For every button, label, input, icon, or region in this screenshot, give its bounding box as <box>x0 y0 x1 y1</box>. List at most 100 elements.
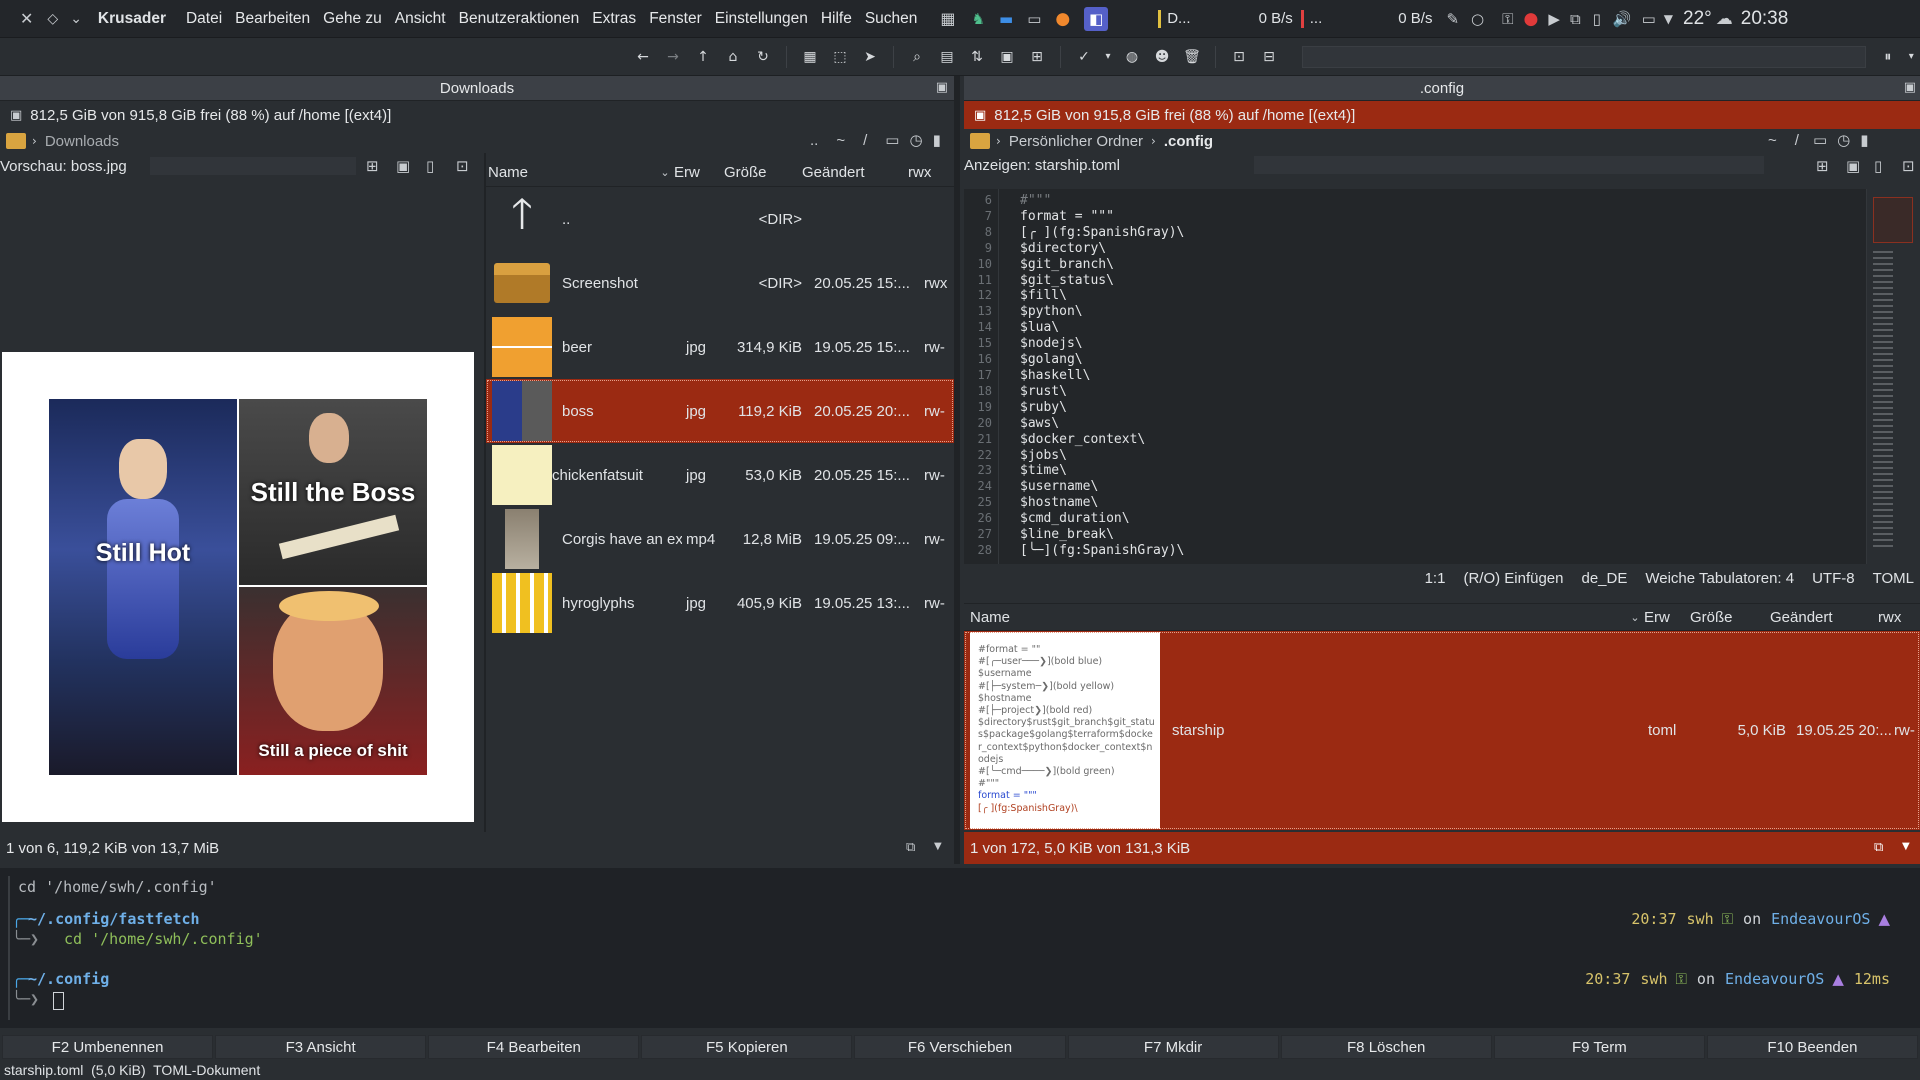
clipboard-icon[interactable]: ⧉ <box>1570 10 1581 28</box>
network-icon[interactable]: ◍ <box>1120 45 1144 69</box>
chevron-down-icon[interactable]: ⌄ <box>70 11 82 27</box>
folder-history-icon[interactable]: ▭ <box>885 131 899 149</box>
input-mode[interactable]: (R/O) Einfügen <box>1463 570 1563 587</box>
col-perm[interactable]: rwx <box>908 164 948 181</box>
viewer-image-icon[interactable]: ▣ <box>1846 157 1860 175</box>
file-row[interactable]: chickenfatsuit jpg 53,0 KiB 20.05.25 15:...… <box>486 443 954 507</box>
preview-info-icon[interactable]: ▯ <box>426 157 434 175</box>
file-row[interactable]: boss jpg 119,2 KiB 20.05.25 20:... rw- <box>486 379 954 443</box>
user-icon[interactable]: ☻ <box>1150 45 1174 69</box>
clock[interactable]: 20:38 <box>1741 8 1789 30</box>
close-icon[interactable]: ✕ <box>20 9 33 28</box>
minimize-panel-icon[interactable]: ⊟ <box>1257 45 1281 69</box>
file-type[interactable]: TOML <box>1873 570 1914 587</box>
viewer-info-icon[interactable]: ▯ <box>1874 157 1882 175</box>
f7-mkdir-button[interactable]: F7 Mkdir <box>1067 1035 1279 1059</box>
preview-close-icon[interactable]: ⊡ <box>456 157 469 175</box>
trash-icon[interactable]: 🗑 <box>1180 45 1204 69</box>
select-all-icon[interactable]: ▦ <box>798 45 822 69</box>
media-play-icon[interactable]: ▶ <box>1548 10 1560 28</box>
encoding[interactable]: UTF-8 <box>1812 570 1855 587</box>
display-icon[interactable]: ▭ <box>1642 10 1656 28</box>
select-none-icon[interactable]: ⬚ <box>828 45 852 69</box>
file-row[interactable]: Corgis have an extr...mp4 12,8 MiB 19.05.2… <box>486 507 954 571</box>
file-row[interactable]: 🡑.. <DIR> <box>486 187 954 251</box>
color-picker-icon[interactable]: ✎ <box>1446 10 1459 28</box>
new-file-icon[interactable]: ▤ <box>935 45 959 69</box>
home-dir-button[interactable]: ~ <box>1768 132 1777 149</box>
status-options-icon[interactable]: ⧉ <box>1874 840 1883 855</box>
file-row[interactable]: Screenshot <DIR> 20.05.25 15:... rwx <box>486 251 954 315</box>
terminal-icon[interactable]: ▭ <box>1027 10 1041 28</box>
home-dir-button[interactable]: ~ <box>836 132 845 149</box>
app-grid-icon[interactable]: ▦ <box>940 9 955 28</box>
split-view-icon[interactable]: ⊡ <box>1227 45 1251 69</box>
panel-menu-icon[interactable]: ▣ <box>936 80 948 95</box>
history-icon[interactable]: ◷ <box>909 131 922 149</box>
krusader-taskbar-icon[interactable]: ◧ <box>1084 6 1109 31</box>
f10-quit-button[interactable]: F10 Beenden <box>1706 1035 1918 1059</box>
checksum-menu-icon[interactable]: ▾ <box>1102 45 1114 69</box>
code-viewer[interactable]: 6 7 8 9 10 11 12 13 14 15 16 17 18 19 20 21 22 23 24 25 26 27… <box>964 189 1920 564</box>
menu-window[interactable]: Fenster <box>649 10 702 28</box>
col-ext[interactable]: Erw <box>1644 609 1690 626</box>
f8-delete-button[interactable]: F8 Löschen <box>1280 1035 1492 1059</box>
pause-icon[interactable]: ⏸ <box>1876 45 1899 69</box>
col-modified[interactable]: Geändert <box>802 164 908 181</box>
code-text[interactable]: #""" format = """ [╭ ](fg:SpanishGray)\ $di… <box>1020 193 1810 559</box>
bookmark-icon[interactable]: ▮ <box>1860 131 1868 149</box>
panel-menu-icon[interactable]: ▣ <box>1904 80 1916 95</box>
status-menu-icon[interactable]: ▼ <box>934 841 942 852</box>
menu-settings[interactable]: Einstellungen <box>715 10 808 28</box>
f4-edit-button[interactable]: F4 Bearbeiten <box>428 1035 640 1059</box>
weather-temp[interactable]: 22° <box>1683 8 1712 30</box>
file-row-starship[interactable]: #format = "" #[╭─user───❯](bold blue) $use… <box>964 631 1920 830</box>
volume-icon[interactable]: 🔊 <box>1613 10 1632 28</box>
app-launcher-icon[interactable]: ♞ <box>972 10 985 28</box>
preview-image-icon[interactable]: ▣ <box>396 157 410 175</box>
col-name[interactable]: Name <box>964 609 1626 626</box>
menu-useractions[interactable]: Benutzeraktionen <box>459 10 580 28</box>
up-icon[interactable]: ↑ <box>691 45 715 69</box>
col-size[interactable]: Größe <box>1690 609 1770 626</box>
history-icon[interactable]: ◷ <box>1837 131 1850 149</box>
phone-icon[interactable]: ▯ <box>1593 10 1601 28</box>
circle-icon[interactable]: ○ <box>1471 10 1484 28</box>
col-size[interactable]: Größe <box>724 164 802 181</box>
col-ext[interactable]: Erw <box>674 164 724 181</box>
task2-label[interactable]: ... <box>1310 10 1323 27</box>
preview-tree-icon[interactable]: ⊞ <box>366 157 379 175</box>
file-row[interactable]: beer jpg 314,9 KiB 19.05.25 15:... rw- <box>486 315 954 379</box>
col-modified[interactable]: Geändert <box>1770 609 1878 626</box>
notification-icon[interactable]: ● <box>1524 9 1539 29</box>
tray-expand-icon[interactable]: ▼ <box>1664 12 1673 26</box>
folder-history-icon[interactable]: ▭ <box>1813 131 1827 149</box>
menu-view[interactable]: Ansicht <box>395 10 446 28</box>
root-dir-button[interactable]: / <box>1795 132 1799 149</box>
spell-language[interactable]: de_DE <box>1582 570 1628 587</box>
menu-goto[interactable]: Gehe zu <box>323 10 382 28</box>
parent-dir-button[interactable]: .. <box>810 132 818 149</box>
minimap-viewport[interactable] <box>1873 197 1913 243</box>
extract-icon[interactable]: ⊞ <box>1025 45 1049 69</box>
root-dir-button[interactable]: / <box>863 132 867 149</box>
forward-icon[interactable]: → <box>661 45 685 69</box>
minimap[interactable] <box>1866 189 1920 564</box>
f3-view-button[interactable]: F3 Ansicht <box>215 1035 427 1059</box>
firefox-icon[interactable]: ● <box>1055 9 1070 29</box>
home-icon[interactable]: ⌂ <box>721 45 745 69</box>
viewer-tree-icon[interactable]: ⊞ <box>1816 157 1829 175</box>
col-name[interactable]: Name <box>486 164 656 181</box>
menu-help[interactable]: Hilfe <box>821 10 852 28</box>
col-perm[interactable]: rwx <box>1878 609 1918 626</box>
breadcrumb-downloads[interactable]: Downloads <box>45 133 119 150</box>
status-options-icon[interactable]: ⧉ <box>906 840 915 855</box>
bookmark-icon[interactable]: ▮ <box>933 131 941 149</box>
search-icon[interactable]: ⌕ <box>905 45 929 69</box>
f2-rename-button[interactable]: F2 Umbenennen <box>2 1035 214 1059</box>
vpn-icon[interactable]: ⚿ <box>1502 10 1513 28</box>
breadcrumb-config[interactable]: .config <box>1164 133 1213 150</box>
cursor-position[interactable]: 1:1 <box>1425 570 1446 587</box>
file-manager-icon[interactable]: ▬ <box>999 10 1013 28</box>
status-menu-icon[interactable]: ▼ <box>1902 841 1910 852</box>
